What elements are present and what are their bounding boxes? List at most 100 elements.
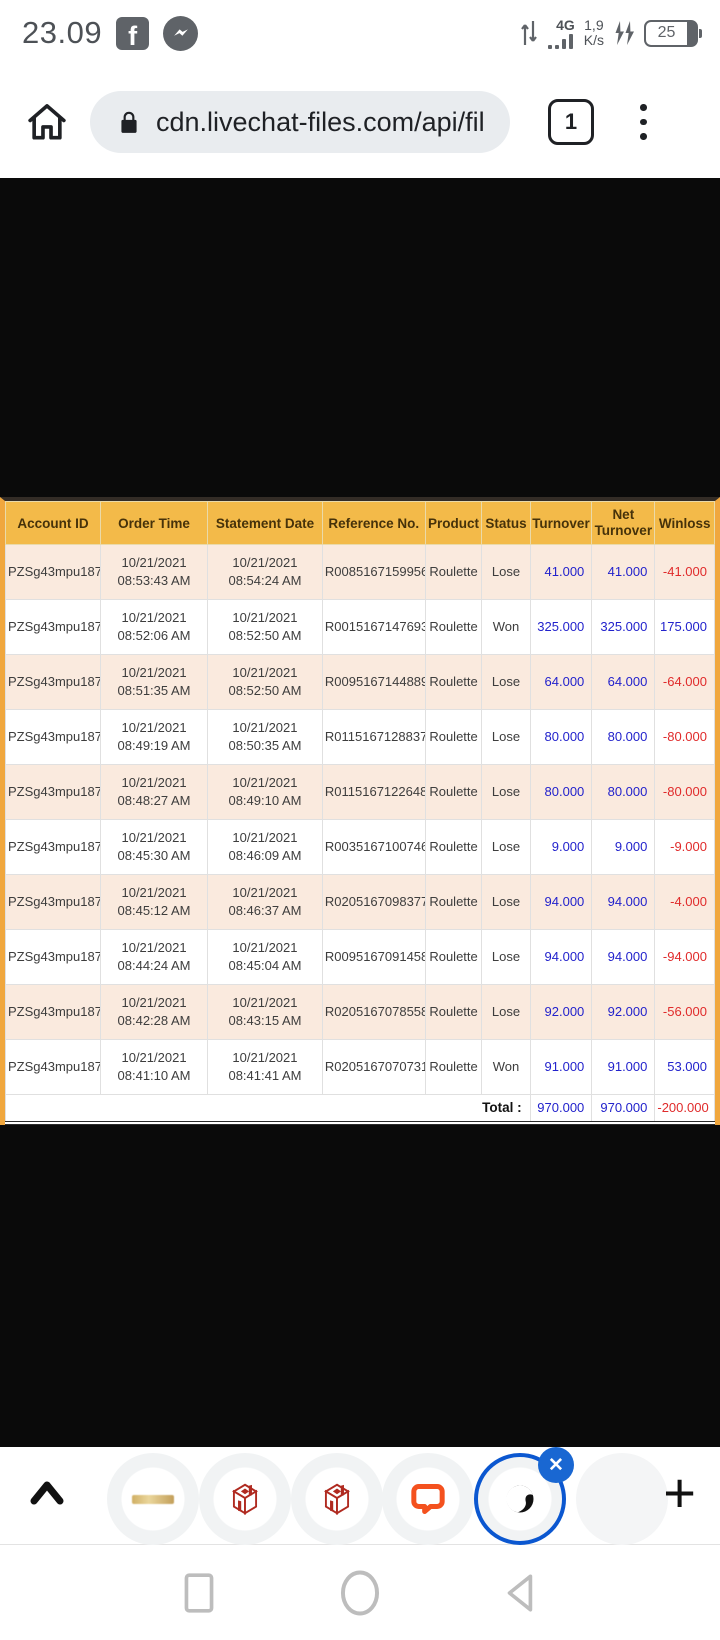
cell-product: Roulette (425, 600, 482, 655)
cell-status: Lose (482, 765, 530, 820)
cell-statement-date: 10/21/2021 08:43:15 AM (208, 985, 323, 1040)
table-row: PZSg43mpu1873 10/21/2021 08:45:30 AM 10/… (6, 820, 715, 875)
cell-status: Won (482, 600, 530, 655)
close-badge-icon[interactable]: ✕ (538, 1447, 574, 1483)
cell-net-turnover: 64.000 (592, 655, 655, 710)
total-winloss: -200.000 (655, 1095, 715, 1124)
cell-statement-date: 10/21/2021 08:54:24 AM (208, 545, 323, 600)
facebook-notification-icon: f (116, 17, 149, 50)
cell-net-turnover: 80.000 (592, 710, 655, 765)
cell-statement-date: 10/21/2021 08:45:04 AM (208, 930, 323, 985)
cell-account-id: PZSg43mpu1873 (6, 765, 101, 820)
cell-reference-no: R0095167144889 (322, 655, 425, 710)
cell-order-time: 10/21/2021 08:51:35 AM (101, 655, 208, 710)
bet-statement-table: Account ID Order Time Statement Date Ref… (0, 497, 720, 1125)
cell-product: Roulette (425, 710, 482, 765)
table-row: PZSg43mpu1873 10/21/2021 08:48:27 AM 10/… (6, 765, 715, 820)
cell-product: Roulette (425, 545, 482, 600)
col-header-reference-no: Reference No. (322, 502, 425, 545)
table-row: PZSg43mpu1873 10/21/2021 08:44:24 AM 10/… (6, 930, 715, 985)
cell-reference-no: R0205167070731 (322, 1040, 425, 1095)
cell-reference-no: R0015167147693 (322, 600, 425, 655)
cell-order-time: 10/21/2021 08:42:28 AM (101, 985, 208, 1040)
page-background-bottom (0, 1125, 720, 1447)
dock-bubble-casino[interactable] (107, 1453, 199, 1545)
cell-order-time: 10/21/2021 08:49:19 AM (101, 710, 208, 765)
cell-reference-no: R0115167122648 (322, 765, 425, 820)
android-navbar (0, 1545, 720, 1640)
network-speed: 1,9 K/s (584, 18, 604, 47)
dock-bubble-livechat[interactable] (382, 1453, 474, 1545)
cell-net-turnover: 94.000 (592, 875, 655, 930)
dock-bubble-globe-active[interactable]: ✕ (474, 1453, 566, 1545)
cell-status: Lose (482, 985, 530, 1040)
cell-status: Lose (482, 655, 530, 710)
table-total-row: Total : 970.000 970.000 -200.000 (6, 1095, 715, 1124)
table-row: PZSg43mpu1873 10/21/2021 08:52:06 AM 10/… (6, 600, 715, 655)
signal-icon: 4G (548, 18, 575, 49)
phone-screen: 23.09 f 4G 1,9 K/s (0, 0, 720, 1640)
cell-status: Lose (482, 930, 530, 985)
cell-turnover: 91.000 (530, 1040, 592, 1095)
cell-product: Roulette (425, 820, 482, 875)
cell-status: Lose (482, 875, 530, 930)
home-nav-icon[interactable] (335, 1568, 385, 1618)
cell-winloss: -41.000 (655, 545, 715, 600)
cell-turnover: 92.000 (530, 985, 592, 1040)
cell-net-turnover: 41.000 (592, 545, 655, 600)
add-bubble-icon[interactable]: + (663, 1471, 696, 1515)
cell-product: Roulette (425, 655, 482, 710)
dock-bubble-dice-1[interactable] (199, 1453, 291, 1545)
cell-turnover: 41.000 (530, 545, 592, 600)
flash-charging-icon (613, 20, 635, 46)
collapse-dock-icon[interactable] (24, 1475, 70, 1509)
col-header-status: Status (482, 502, 530, 545)
cell-winloss: 175.000 (655, 600, 715, 655)
cell-account-id: PZSg43mpu1873 (6, 930, 101, 985)
cell-winloss: -64.000 (655, 655, 715, 710)
cell-product: Roulette (425, 930, 482, 985)
cell-turnover: 80.000 (530, 765, 592, 820)
col-header-statement-date: Statement Date (208, 502, 323, 545)
cell-account-id: PZSg43mpu1873 (6, 655, 101, 710)
cell-turnover: 94.000 (530, 930, 592, 985)
table-row: PZSg43mpu1873 10/21/2021 08:45:12 AM 10/… (6, 875, 715, 930)
cell-order-time: 10/21/2021 08:44:24 AM (101, 930, 208, 985)
back-nav-icon[interactable] (498, 1570, 544, 1616)
cell-statement-date: 10/21/2021 08:52:50 AM (208, 655, 323, 710)
col-header-turnover: Turnover (530, 502, 592, 545)
cell-turnover: 80.000 (530, 710, 592, 765)
lock-icon (116, 109, 142, 135)
tab-switcher[interactable]: 1 (548, 99, 594, 145)
cell-product: Roulette (425, 765, 482, 820)
table-row: PZSg43mpu1873 10/21/2021 08:42:28 AM 10/… (6, 985, 715, 1040)
address-bar[interactable]: cdn.livechat-files.com/api/fil (90, 91, 510, 153)
recents-nav-icon[interactable] (176, 1570, 222, 1616)
cell-status: Won (482, 1040, 530, 1095)
cell-turnover: 64.000 (530, 655, 592, 710)
livechat-icon (408, 1479, 448, 1519)
col-header-net-turnover: Net Turnover (592, 502, 655, 545)
dock-bubble-partial[interactable] (576, 1453, 668, 1545)
cell-winloss: 53.000 (655, 1040, 715, 1095)
cell-order-time: 10/21/2021 08:41:10 AM (101, 1040, 208, 1095)
browser-menu-icon[interactable] (640, 104, 647, 140)
home-icon[interactable] (24, 99, 70, 145)
total-turnover: 970.000 (530, 1095, 592, 1124)
cell-statement-date: 10/21/2021 08:46:37 AM (208, 875, 323, 930)
status-bar: 23.09 f 4G 1,9 K/s (0, 0, 720, 66)
cell-account-id: PZSg43mpu1873 (6, 875, 101, 930)
cell-winloss: -80.000 (655, 710, 715, 765)
globe-icon (502, 1481, 538, 1517)
dock-bubble-dice-2[interactable] (291, 1453, 383, 1545)
tab-count: 1 (565, 109, 577, 135)
cell-order-time: 10/21/2021 08:53:43 AM (101, 545, 208, 600)
cell-turnover: 94.000 (530, 875, 592, 930)
cell-reference-no: R0205167078558 (322, 985, 425, 1040)
cell-net-turnover: 80.000 (592, 765, 655, 820)
browser-toolbar: cdn.livechat-files.com/api/fil 1 (0, 66, 720, 178)
cell-reference-no: R0205167098377 (322, 875, 425, 930)
cell-order-time: 10/21/2021 08:48:27 AM (101, 765, 208, 820)
cell-account-id: PZSg43mpu1873 (6, 820, 101, 875)
total-label: Total : (6, 1095, 531, 1124)
